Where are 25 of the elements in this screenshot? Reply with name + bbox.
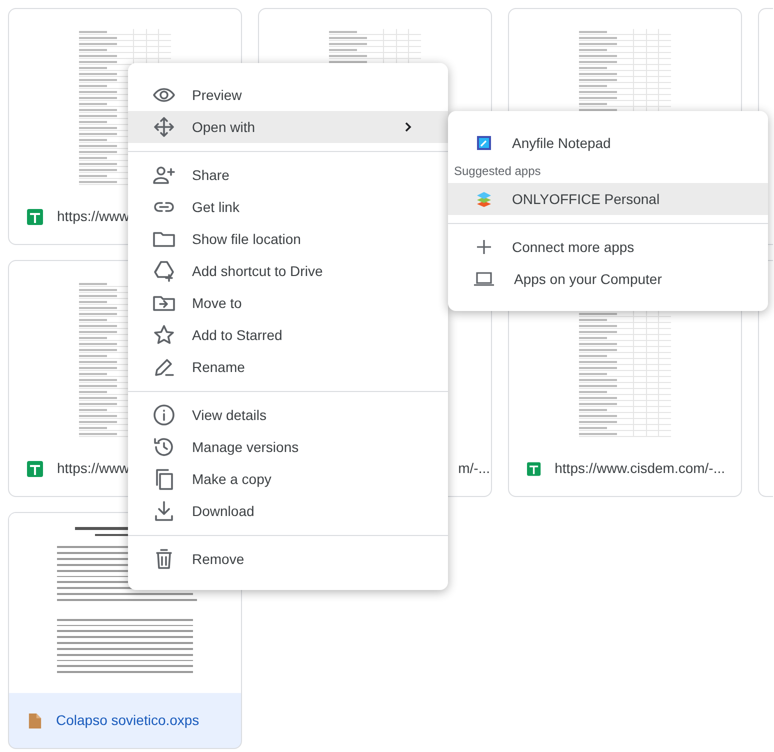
file-name: https://www bbox=[57, 459, 130, 478]
file-name: Colapso sovietico.oxps bbox=[56, 711, 200, 730]
drive-add-icon bbox=[152, 259, 176, 283]
notepad-icon bbox=[476, 135, 492, 151]
menu-item[interactable]: Anyfile Notepad bbox=[448, 127, 768, 159]
file-icon bbox=[28, 712, 42, 728]
file-name: m/-... bbox=[458, 459, 490, 478]
chevron-right-icon bbox=[404, 122, 412, 132]
info-icon bbox=[152, 403, 176, 427]
star-icon bbox=[152, 323, 176, 347]
plus-icon bbox=[476, 239, 492, 255]
spreadsheet-icon bbox=[27, 208, 43, 224]
history-icon bbox=[152, 435, 176, 459]
file-name: https://www.cisdem.com/-... bbox=[554, 459, 725, 478]
section-header: Suggested apps bbox=[453, 163, 542, 180]
laptop-icon bbox=[474, 272, 494, 286]
move-arrows-icon bbox=[152, 115, 176, 139]
stacked-layers-icon bbox=[476, 191, 492, 207]
menu-item[interactable]: Open with bbox=[128, 111, 448, 143]
spreadsheet-icon bbox=[27, 460, 43, 476]
menu-item[interactable]: ONLYOFFICE Personal bbox=[448, 183, 768, 215]
spreadsheet-icon bbox=[527, 460, 541, 476]
file-name: https://www bbox=[57, 207, 130, 226]
menu-item[interactable]: Connect more apps bbox=[448, 231, 768, 263]
download-icon bbox=[152, 499, 176, 523]
